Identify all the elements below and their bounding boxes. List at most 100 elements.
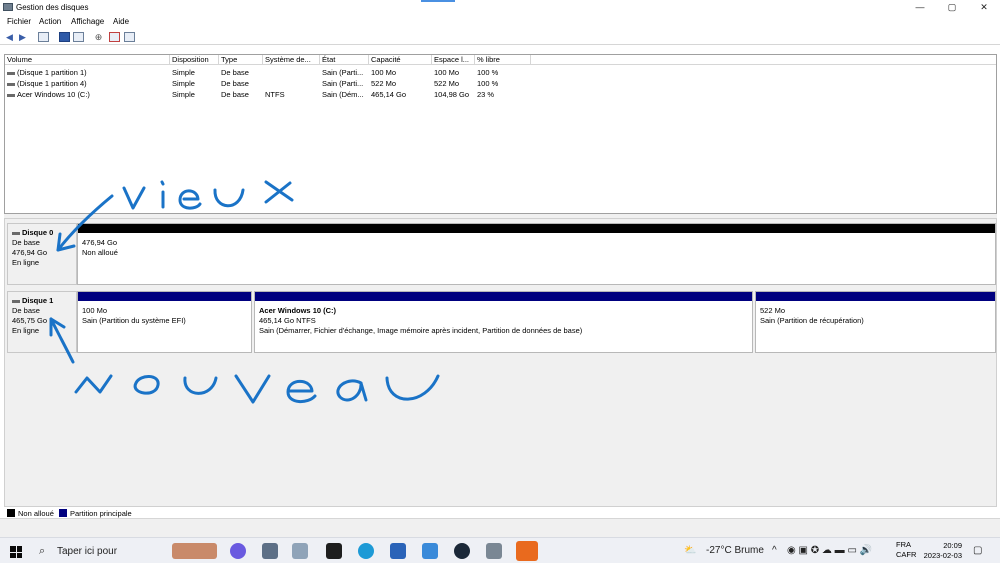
col-free-space[interactable]: Espace l... (432, 55, 475, 65)
minimize-button[interactable]: — (905, 0, 935, 15)
status-bar (0, 518, 1000, 537)
cell-state: Sain (Dém... (322, 90, 364, 99)
menu-affichage[interactable]: Affichage (71, 17, 104, 26)
taskbar: ⌕ Taper ici pour ⛅ -27°C Brume ^ ◉ ▣ ✪ ☁… (0, 537, 1000, 563)
copilot-icon[interactable] (230, 543, 246, 559)
partition-desc: Sain (Partition de récupération) (760, 316, 864, 325)
legend-item: Non alloué (7, 509, 54, 518)
cell-volume-text: (Disque 1 partition 4) (17, 79, 87, 88)
menu-action[interactable]: Action (39, 17, 61, 26)
partition-desc: Non alloué (82, 248, 118, 257)
partition-block[interactable]: Acer Windows 10 (C:) 465,14 Go NTFS Sain… (254, 291, 753, 353)
search-highlight-image[interactable] (172, 543, 217, 559)
tray-icons[interactable]: ◉ ▣ ✪ ☁ ▬ ▭ 🔊 (787, 545, 872, 556)
connect-drive-icon[interactable]: ⊕ (93, 32, 104, 42)
cell-disposition: Simple (172, 68, 195, 77)
disk-info[interactable]: Disque 0 De base 476,94 Go En ligne (7, 223, 77, 285)
disk-graph-panel: Disque 0 De base 476,94 Go En ligne 476,… (4, 218, 997, 516)
title-bar: Gestion des disques — ▢ ✕ (0, 0, 1000, 15)
disk-management-icon (3, 3, 13, 11)
partition-block[interactable]: 476,94 Go Non alloué (77, 223, 996, 285)
mail-icon[interactable] (390, 543, 406, 559)
disk-name: Disque 1 (22, 296, 54, 305)
partition-text: 476,94 Go Non alloué (82, 238, 118, 258)
drive-icon (7, 71, 15, 75)
cell-volume: (Disque 1 partition 1) (5, 67, 170, 78)
language: FRA (896, 540, 911, 549)
title-accent (421, 0, 455, 2)
disk-size: 476,94 Go (12, 248, 48, 257)
steam-icon[interactable] (454, 543, 470, 559)
notification-icon[interactable]: ▢ (973, 545, 982, 556)
menu-bar: Fichier Action Affichage Aide (0, 15, 1000, 29)
clock[interactable]: 20:09 2023-02-03 (918, 541, 962, 561)
windows-start-icon[interactable] (10, 546, 22, 558)
cell-volume: Acer Windows 10 (C:) (5, 89, 170, 100)
partition-bar (78, 224, 995, 233)
partition-bar (756, 292, 995, 301)
weather-text[interactable]: -27°C Brume (706, 545, 764, 556)
help-icon[interactable] (59, 32, 70, 42)
col-capacity[interactable]: Capacité (369, 55, 432, 65)
col-volume[interactable]: Volume (5, 55, 170, 65)
view-icon[interactable] (124, 32, 135, 42)
legend-swatch (7, 509, 15, 517)
language-indicator[interactable]: FRA CAFR (896, 540, 916, 560)
cell-capacity: 465,14 Go (371, 90, 407, 99)
drive-icon (12, 299, 20, 303)
table-row[interactable]: Acer Windows 10 (C:) Simple De base NTFS… (5, 89, 996, 100)
disk-name: Disque 0 (22, 228, 54, 237)
volume-list: Volume Disposition Type Système de... Ét… (4, 54, 997, 214)
partition-block[interactable]: 100 Mo Sain (Partition du système EFI) (77, 291, 252, 353)
taskbar-search[interactable]: ⌕ Taper ici pour (32, 540, 162, 562)
clock-date: 2023-02-03 (923, 551, 962, 560)
edge-icon[interactable] (358, 543, 374, 559)
disk-management-taskbar-icon[interactable] (486, 543, 502, 559)
toolbar: ◀ ▶ ⊕ (0, 29, 1000, 45)
legend: Non alloué Partition principale (4, 506, 997, 518)
g-hub-icon[interactable] (516, 541, 538, 561)
cell-type: De base (221, 68, 249, 77)
legend-swatch (59, 509, 67, 517)
menu-fichier[interactable]: Fichier (7, 17, 31, 26)
col-filesystem[interactable]: Système de... (263, 55, 320, 65)
partition-desc: Sain (Partition du système EFI) (82, 316, 186, 325)
forward-arrow-icon[interactable]: ▶ (17, 32, 28, 42)
chat-icon[interactable] (292, 543, 308, 559)
table-row[interactable]: (Disque 1 partition 1) Simple De base Sa… (5, 67, 996, 78)
partition-text: 522 Mo Sain (Partition de récupération) (760, 306, 864, 326)
back-arrow-icon[interactable]: ◀ (4, 32, 15, 42)
disk-info[interactable]: Disque 1 De base 465,75 Go En ligne (7, 291, 77, 353)
col-disposition[interactable]: Disposition (170, 55, 219, 65)
drive-icon (7, 93, 15, 97)
volume-list-header: Volume Disposition Type Système de... Ét… (5, 55, 996, 65)
chevron-up-icon[interactable]: ^ (772, 545, 777, 556)
cell-state: Sain (Parti... (322, 68, 364, 77)
disk-row-1: Disque 1 De base 465,75 Go En ligne 100 … (5, 291, 997, 353)
folder-icon[interactable] (422, 543, 438, 559)
cell-volume-text: Acer Windows 10 (C:) (17, 90, 90, 99)
col-type[interactable]: Type (219, 55, 263, 65)
game-app-icon[interactable] (326, 543, 342, 559)
checklist-icon[interactable] (109, 32, 120, 42)
partition-size: 100 Mo (82, 306, 108, 315)
drive-icon (7, 82, 15, 86)
cell-free-space: 104,98 Go (434, 90, 470, 99)
cell-capacity: 522 Mo (371, 79, 397, 88)
cell-volume-text: (Disque 1 partition 1) (17, 68, 87, 77)
cell-filesystem: NTFS (265, 90, 285, 99)
col-percent-free[interactable]: % libre (475, 55, 531, 65)
menu-aide[interactable]: Aide (113, 17, 129, 26)
maximize-button[interactable]: ▢ (937, 0, 967, 15)
console-tree-icon[interactable] (38, 32, 49, 42)
task-view-icon[interactable] (262, 543, 278, 559)
table-row[interactable]: (Disque 1 partition 4) Simple De base Sa… (5, 78, 996, 89)
col-state[interactable]: État (320, 55, 369, 65)
partition-block[interactable]: 522 Mo Sain (Partition de récupération) (755, 291, 996, 353)
properties-icon[interactable] (73, 32, 84, 42)
weather-icon[interactable]: ⛅ (684, 545, 696, 556)
disk-type: De base (12, 306, 40, 315)
partition-bar (255, 292, 752, 301)
partition-bar (78, 292, 251, 301)
close-button[interactable]: ✕ (969, 0, 999, 15)
